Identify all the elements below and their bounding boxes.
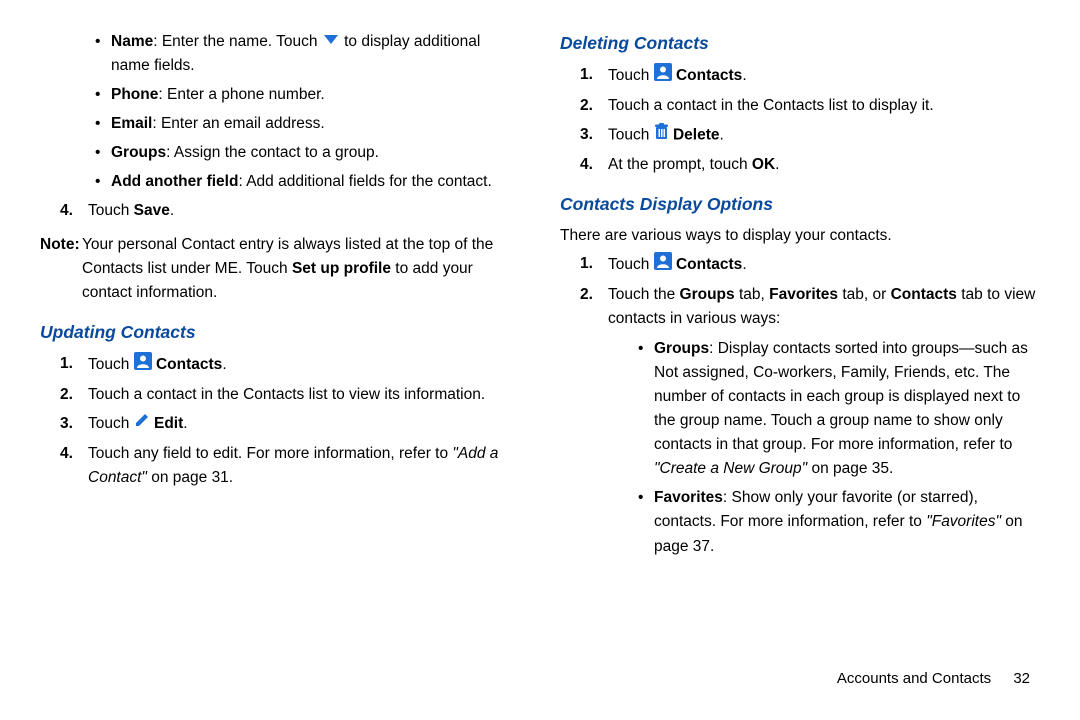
page-footer: Accounts and Contacts 32 bbox=[837, 667, 1030, 690]
contacts-icon bbox=[654, 63, 672, 89]
heading-updating-contacts: Updating Contacts bbox=[40, 319, 520, 346]
deleting-steps: 1. Touch Contacts. 2. Touch a contact in… bbox=[580, 63, 1040, 177]
note-text: Note: Your personal Contact entry is alw… bbox=[40, 233, 520, 305]
footer-section: Accounts and Contacts bbox=[837, 670, 991, 687]
bullet-groups: Groups: Assign the contact to a group. bbox=[95, 141, 520, 165]
updating-step-1: 1. Touch Contacts. bbox=[60, 352, 520, 378]
heading-contacts-display-options: Contacts Display Options bbox=[560, 191, 1040, 218]
bullet-phone: Phone: Enter a phone number. bbox=[95, 83, 520, 107]
deleting-step-3: 3. Touch Delete. bbox=[580, 123, 1040, 148]
sub-bullet-favorites: Favorites: Show only your favorite (or s… bbox=[638, 486, 1040, 558]
deleting-step-2: 2. Touch a contact in the Contacts list … bbox=[580, 94, 1040, 118]
field-bullet-list: Name: Enter the name. Touch to display a… bbox=[95, 30, 520, 194]
contacts-icon bbox=[654, 252, 672, 278]
updating-steps: 1. Touch Contacts. 2. Touch a contact in… bbox=[60, 352, 520, 489]
updating-step-2: 2. Touch a contact in the Contacts list … bbox=[60, 383, 520, 407]
contacts-icon bbox=[134, 352, 152, 378]
step-4-save: 4. Touch Save. bbox=[60, 199, 520, 223]
sub-bullet-groups: Groups: Display contacts sorted into gro… bbox=[638, 337, 1040, 481]
deleting-step-4: 4. At the prompt, touch OK. bbox=[580, 153, 1040, 177]
updating-step-3: 3. Touch Edit. bbox=[60, 412, 520, 436]
right-column: Deleting Contacts 1. Touch Contacts. 2. … bbox=[560, 30, 1040, 564]
trash-icon bbox=[654, 123, 669, 148]
bullet-add-another: Add another field: Add additional fields… bbox=[95, 170, 520, 194]
edit-icon bbox=[134, 412, 150, 436]
display-step-1: 1. Touch Contacts. bbox=[580, 252, 1040, 278]
deleting-step-1: 1. Touch Contacts. bbox=[580, 63, 1040, 89]
bullet-email: Email: Enter an email address. bbox=[95, 112, 520, 136]
heading-deleting-contacts: Deleting Contacts bbox=[560, 30, 1040, 57]
display-step-2: 2. Touch the Groups tab, Favorites tab, … bbox=[580, 283, 1040, 558]
left-column: Name: Enter the name. Touch to display a… bbox=[40, 30, 520, 564]
bullet-name: Name: Enter the name. Touch to display a… bbox=[95, 30, 520, 78]
display-intro: There are various ways to display your c… bbox=[560, 224, 1040, 248]
chevron-down-icon bbox=[322, 30, 340, 54]
display-steps: 1. Touch Contacts. 2. Touch the Groups t… bbox=[580, 252, 1040, 558]
footer-page-number: 32 bbox=[1013, 670, 1030, 687]
updating-step-4: 4. Touch any field to edit. For more inf… bbox=[60, 442, 520, 490]
